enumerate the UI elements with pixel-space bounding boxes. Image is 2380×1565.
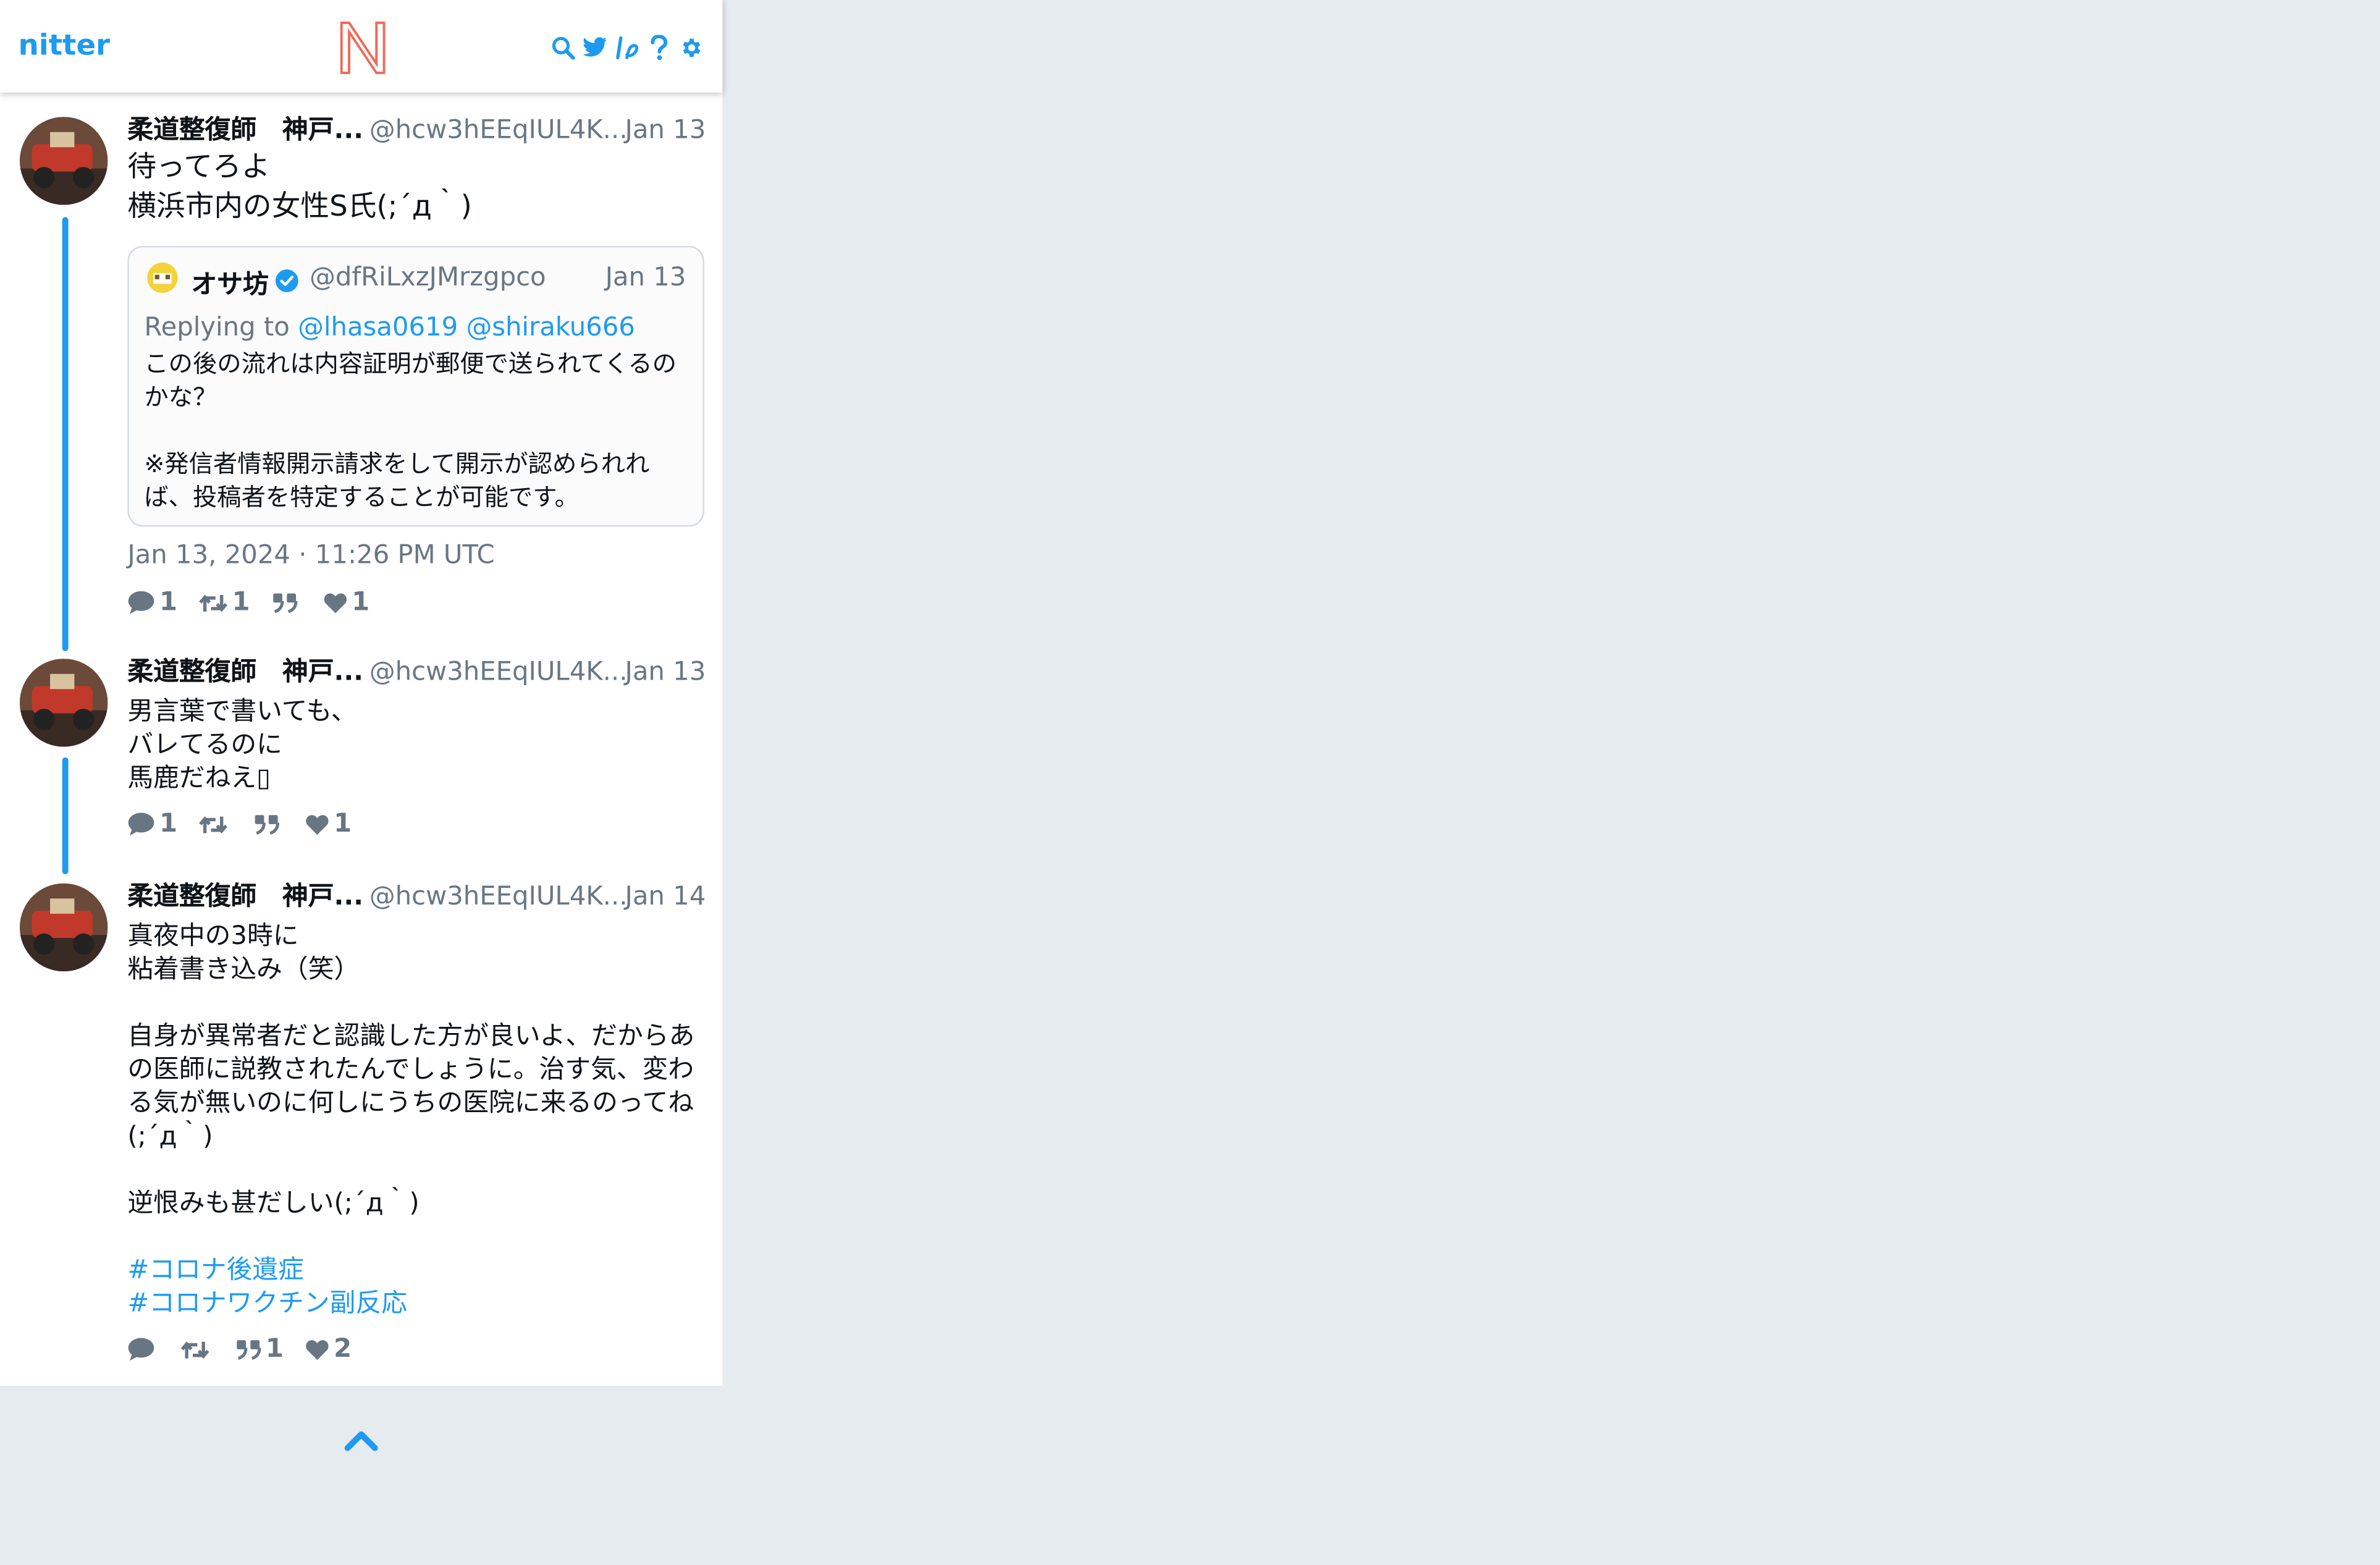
comment-icon: [128, 591, 154, 614]
avatar[interactable]: [19, 883, 108, 972]
tweet-header: 柔道整復師 神戸... @hcw3hEEqIUL4K... Jan 13: [127, 656, 707, 689]
help-icon[interactable]: [647, 33, 671, 61]
quote-stat[interactable]: [253, 814, 284, 835]
heart-icon: [323, 593, 347, 613]
reply-stat[interactable]: 1: [127, 809, 177, 839]
quoted-tweet[interactable]: オサ坊 @dfRiLxzJMrzgpco Jan 13 Replying to …: [127, 245, 704, 527]
thread-line: [62, 757, 69, 875]
tweet-content: 男言葉で書いても、 バレてるのに 馬鹿だねえ▯: [127, 696, 357, 794]
thread-line: [62, 217, 69, 651]
comment-icon: [128, 812, 154, 836]
username[interactable]: @hcw3hEEqIUL4K...: [369, 882, 628, 912]
mention-link[interactable]: @lhasa0619: [298, 313, 458, 343]
rss-icon[interactable]: [615, 33, 639, 61]
heart-icon: [305, 1339, 329, 1359]
username[interactable]: @hcw3hEEqIUL4K...: [369, 657, 628, 688]
tweet[interactable]: 柔道整復師 神戸... @hcw3hEEqIUL4K... Jan 13 男言葉で…: [0, 636, 722, 875]
retweet-icon: [180, 1340, 209, 1358]
retweet-stat[interactable]: [198, 813, 232, 836]
tweet-date[interactable]: Jan 14: [625, 880, 706, 914]
quote-icon: [237, 1340, 261, 1360]
tweet[interactable]: 柔道整復師 神戸... @hcw3hEEqIUL4K... Jan 14 真夜中の…: [0, 861, 722, 1385]
twitter-icon[interactable]: [583, 33, 607, 61]
tweet-stats: 1 1: [127, 809, 707, 839]
reply-stat[interactable]: [127, 1337, 159, 1361]
tweet-content: 真夜中の3時に 粘着書き込み（笑） 自身が異常者だと認識した方が良いよ、だからあ…: [127, 921, 695, 1319]
retweet-stat[interactable]: [180, 1338, 214, 1360]
search-icon[interactable]: [551, 33, 575, 61]
reply-stat[interactable]: 1: [127, 588, 177, 618]
like-stat[interactable]: 2: [305, 1334, 352, 1364]
quote-icon: [255, 815, 279, 835]
tweet-date[interactable]: Jan 13: [625, 656, 706, 689]
top-nav: nitter: [0, 0, 723, 93]
avatar[interactable]: [19, 117, 108, 205]
brand-link[interactable]: nitter: [18, 29, 110, 62]
fullname[interactable]: 柔道整復師 神戸...: [127, 116, 363, 146]
quote-stat[interactable]: [271, 592, 302, 614]
replying-to: Replying to @lhasa0619 @shiraku666: [144, 313, 635, 344]
like-stat[interactable]: 1: [323, 588, 369, 618]
mention-link[interactable]: @shiraku666: [466, 313, 635, 343]
tweet-header: 柔道整復師 神戸... @hcw3hEEqIUL4K... Jan 13: [127, 114, 707, 147]
quote-content: この後の流れは内容証明が郵便で送られてくるのかな？ ※発信者情報開示請求をして開…: [144, 349, 677, 512]
quote-fullname[interactable]: オサ坊: [192, 263, 269, 300]
published-date[interactable]: Jan 13, 2024 · 11:26 PM UTC: [127, 541, 494, 571]
fullname[interactable]: 柔道整復師 神戸...: [127, 657, 363, 688]
heart-icon: [305, 814, 329, 834]
quote-username[interactable]: @dfRiLxzJMrzgpco: [310, 263, 546, 293]
like-stat[interactable]: 1: [305, 809, 352, 839]
hashtag-link[interactable]: #コロナワクチン副反応: [127, 1289, 407, 1319]
tweet-date[interactable]: Jan 13: [625, 114, 706, 147]
timeline-column: nitter 柔道整復師 神戸... @hcw3hEEqIUL4K... Jan…: [0, 0, 723, 1386]
tweet-content: 待ってろよ 横浜市内の女性S氏(;´д｀): [127, 150, 472, 224]
fullname[interactable]: 柔道整復師 神戸...: [127, 882, 363, 912]
tweet-header: 柔道整復師 神戸... @hcw3hEEqIUL4K... Jan 14: [127, 880, 707, 914]
scroll-to-top-icon[interactable]: [343, 1427, 379, 1454]
quote-icon: [272, 593, 297, 614]
retweet-icon: [198, 594, 227, 612]
settings-icon[interactable]: [678, 33, 703, 61]
retweet-stat[interactable]: 1: [198, 588, 250, 618]
quote-avatar[interactable]: [147, 262, 178, 293]
quote-date[interactable]: Jan 13: [606, 263, 686, 293]
hashtag-link[interactable]: #コロナ後遺症: [127, 1255, 304, 1286]
username[interactable]: @hcw3hEEqIUL4K...: [369, 116, 628, 146]
comment-icon: [128, 1338, 154, 1361]
nitter-logo[interactable]: [337, 18, 389, 75]
tweet-stats: 1 1 1: [127, 588, 369, 618]
quote-stat[interactable]: 1: [235, 1334, 284, 1364]
verified-icon: [275, 269, 298, 292]
tweet[interactable]: 柔道整復師 神戸... @hcw3hEEqIUL4K... Jan 13 待ってろ…: [0, 93, 722, 651]
retweet-icon: [198, 815, 227, 833]
tweet-stats: 1 2: [127, 1334, 707, 1364]
avatar[interactable]: [19, 659, 108, 747]
